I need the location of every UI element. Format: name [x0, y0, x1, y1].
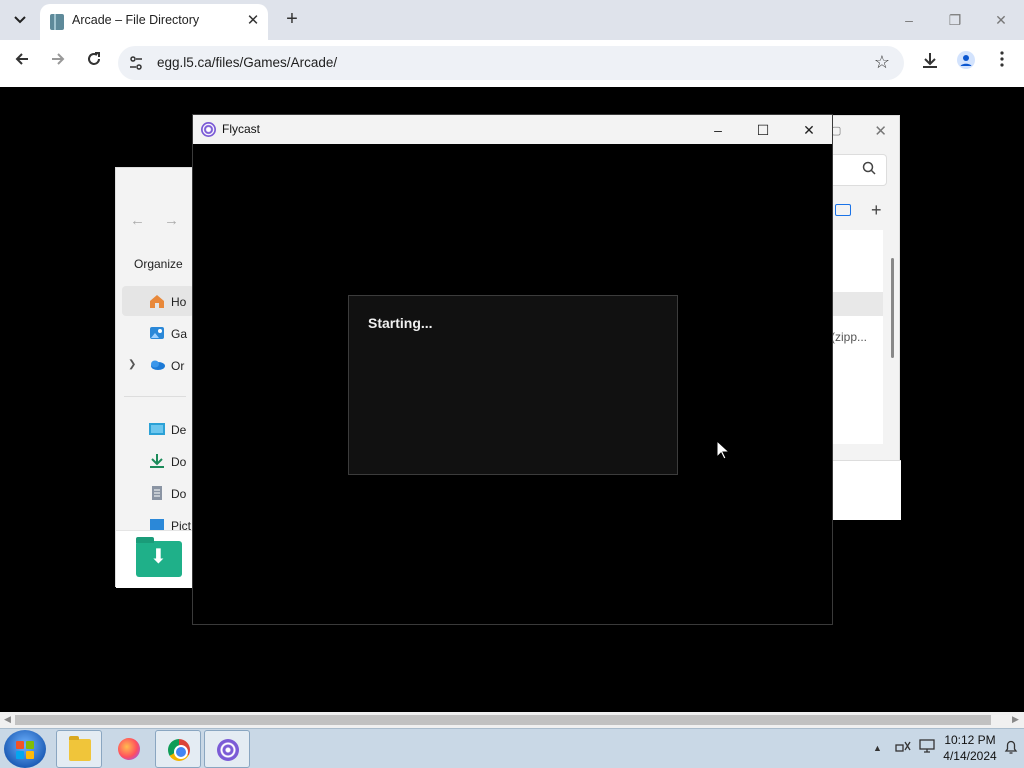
file-explorer-window-right[interactable]: ▢ ✕ + (zipp... [830, 115, 901, 520]
explorer-details-pane: ⬇ [116, 530, 194, 588]
nav-item-gallery[interactable]: Ga [171, 327, 187, 341]
nav-item-home[interactable]: Ho [171, 295, 186, 309]
address-text: egg.l5.ca/files/Games/Arcade/ [157, 55, 338, 70]
network-icon[interactable] [895, 739, 911, 756]
browser-toolbar: egg.l5.ca/files/Games/Arcade/ ☆ [0, 40, 1024, 87]
tab-close-button[interactable]: ✕ [244, 12, 262, 30]
clock-time: 10:12 PM [944, 733, 996, 747]
scroll-left-arrow-icon[interactable]: ◀ [4, 714, 11, 725]
nav-item-desktop[interactable]: De [171, 423, 186, 437]
arrow-right-icon [52, 53, 65, 65]
clock-date: 4/14/2024 [943, 749, 997, 763]
arrow-left-icon [15, 53, 28, 65]
new-tab-plus-icon[interactable]: + [871, 200, 882, 221]
address-bar[interactable]: egg.l5.ca/files/Games/Arcade/ ☆ [118, 46, 904, 80]
back-button[interactable] [10, 51, 34, 75]
downloads-folder-icon: ⬇ [136, 537, 182, 577]
more-vertical-icon [1000, 51, 1004, 67]
desktop-icon [149, 423, 165, 435]
site-info-icon[interactable] [128, 55, 144, 71]
search-icon [862, 161, 876, 178]
tab-search-button[interactable] [8, 8, 32, 32]
home-icon [150, 295, 164, 308]
tray-overflow-icon[interactable]: ▲ [873, 743, 882, 753]
reload-icon [88, 52, 100, 65]
taskbar-chrome[interactable] [155, 730, 201, 768]
details-pane-icon[interactable] [835, 204, 851, 216]
chrome-icon [168, 739, 190, 761]
scroll-right-arrow-icon[interactable]: ▶ [1012, 714, 1019, 725]
taskbar-firefox[interactable] [106, 730, 152, 768]
menu-button[interactable] [990, 51, 1014, 75]
selected-file-row[interactable] [831, 292, 883, 316]
flycast-titlebar[interactable]: Flycast – ☐ ✕ [193, 115, 832, 144]
reload-button[interactable] [82, 51, 106, 75]
forward-button[interactable] [46, 51, 70, 75]
flycast-window[interactable]: Flycast – ☐ ✕ Starting... [192, 114, 833, 625]
chevron-down-icon [14, 16, 26, 24]
page-horizontal-scrollbar[interactable]: ◀ ▶ [0, 712, 1024, 728]
explorer-back-icon[interactable]: ← [130, 212, 145, 229]
file-directory-icon [50, 14, 64, 30]
taskbar-file-explorer[interactable] [56, 730, 102, 768]
taskbar-flycast[interactable] [204, 730, 250, 768]
download-icon [923, 53, 937, 68]
chevron-right-icon[interactable]: ❯ [128, 359, 136, 370]
explorer-close-button[interactable]: ✕ [874, 122, 887, 140]
taskbar: ▲ 10:12 PM 4/14/2024 [0, 728, 1024, 768]
nav-item-downloads[interactable]: Do [171, 455, 186, 469]
browser-tabstrip: Arcade – File Directory ✕ + – ❐ ✕ [0, 0, 1024, 40]
flycast-icon [201, 122, 216, 137]
system-clock[interactable]: 10:12 PM 4/14/2024 [940, 732, 1000, 764]
downloads-button[interactable] [918, 51, 942, 75]
explorer-search-box[interactable] [831, 154, 887, 186]
profile-button[interactable] [954, 51, 978, 75]
notification-bell-icon[interactable] [1004, 739, 1018, 758]
downloads-icon [150, 454, 164, 468]
scrollbar-thumb[interactable] [15, 715, 991, 725]
explorer-forward-icon[interactable]: → [164, 212, 179, 229]
nav-divider [124, 396, 186, 397]
new-tab-button[interactable]: + [280, 8, 304, 32]
flycast-close-button[interactable]: ✕ [787, 118, 831, 142]
file-explorer-window[interactable]: ← → Organize Ho Ga ❯ Or De Do Do Pict ⬇ [115, 167, 194, 588]
file-type-label: (zipp... [831, 330, 868, 344]
loading-dialog: Starting... [348, 295, 678, 475]
explorer-scrollbar[interactable] [891, 258, 894, 358]
organize-button[interactable]: Organize [134, 257, 183, 271]
browser-restore-button[interactable]: ❐ [932, 6, 978, 34]
gallery-icon [150, 327, 164, 339]
mouse-cursor-icon [716, 440, 730, 460]
browser-close-button[interactable]: ✕ [978, 6, 1024, 34]
tab-title: Arcade – File Directory [72, 13, 200, 27]
firefox-icon [118, 738, 140, 760]
flycast-taskbar-icon [217, 739, 239, 761]
flycast-minimize-button[interactable]: – [696, 118, 740, 142]
browser-minimize-button[interactable]: – [886, 6, 932, 34]
loading-status: Starting... [368, 315, 433, 331]
display-icon[interactable] [919, 739, 935, 756]
start-button[interactable] [4, 730, 46, 768]
flycast-maximize-button[interactable]: ☐ [741, 118, 785, 142]
documents-icon [152, 486, 162, 500]
flycast-title: Flycast [222, 122, 261, 136]
onedrive-icon [151, 360, 165, 370]
nav-item-documents[interactable]: Do [171, 487, 186, 501]
explorer-status-area [831, 460, 901, 520]
browser-tab[interactable]: Arcade – File Directory ✕ [40, 4, 268, 40]
nav-item-onedrive[interactable]: Or [171, 359, 184, 373]
bookmark-star-icon[interactable]: ☆ [874, 52, 890, 73]
folder-icon [69, 736, 91, 761]
profile-icon [957, 51, 975, 69]
